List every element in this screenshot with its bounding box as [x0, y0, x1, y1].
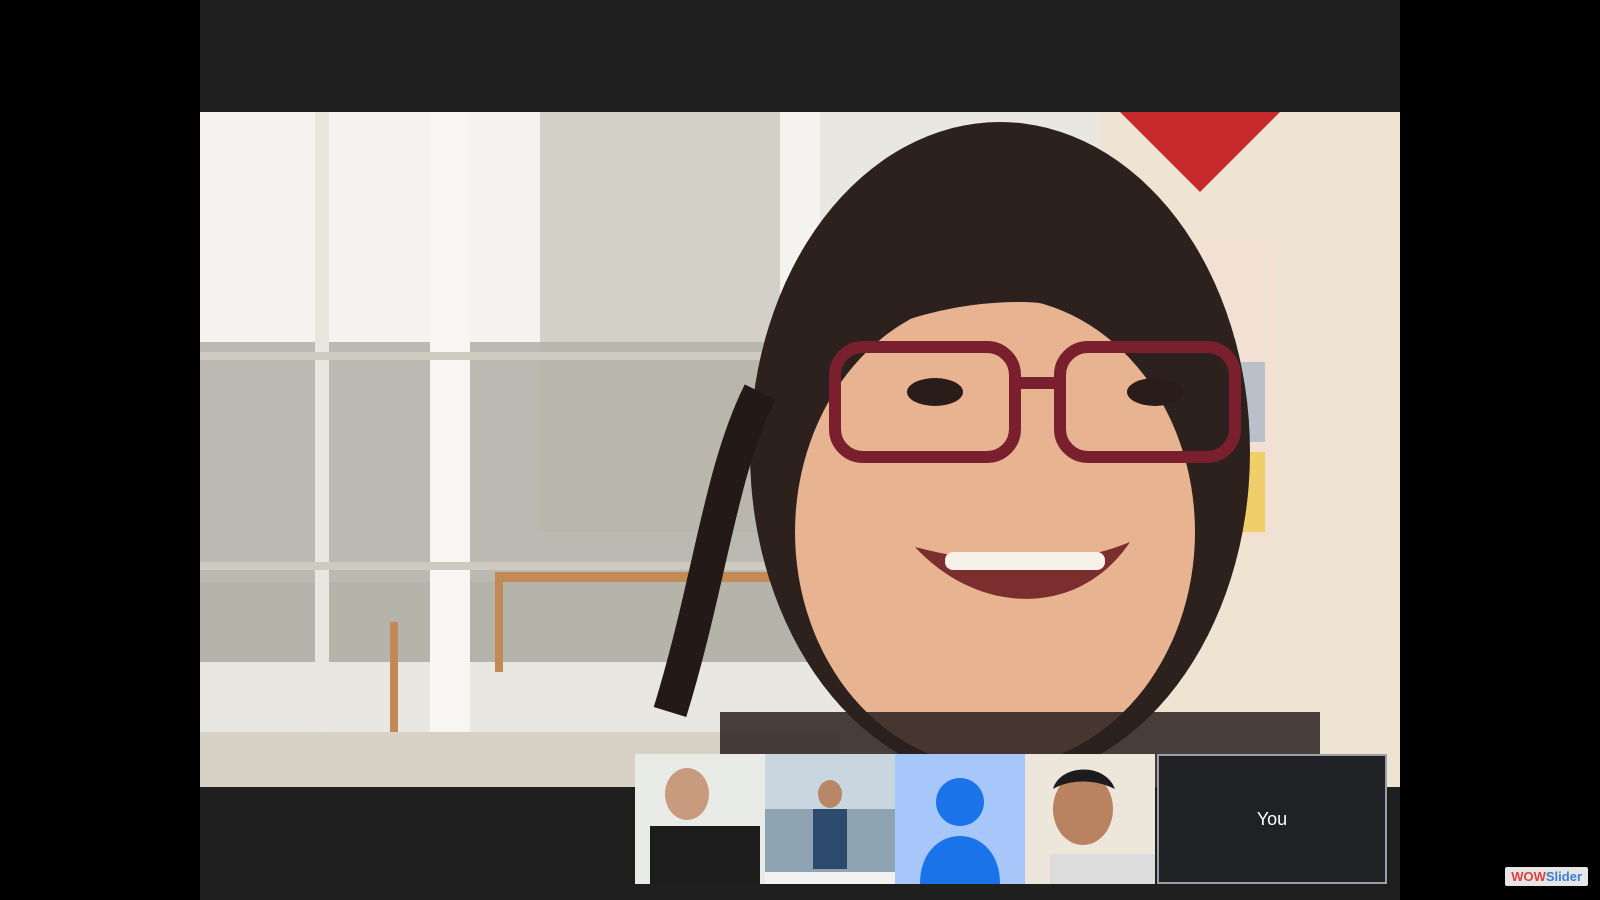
participant-tile-4[interactable] — [1025, 754, 1155, 884]
participant-video — [635, 754, 765, 884]
video-call-window: You — [200, 0, 1400, 900]
participant-strip: You — [635, 754, 1387, 884]
participant-tile-3[interactable] — [895, 754, 1025, 884]
main-video-frame — [200, 112, 1400, 787]
person-icon — [920, 778, 1000, 884]
watermark-part2: Slider — [1545, 869, 1582, 884]
participant-video — [765, 754, 895, 884]
participant-tile-2[interactable] — [765, 754, 895, 884]
self-label: You — [1256, 808, 1288, 829]
main-speaker-video[interactable] — [200, 112, 1400, 787]
screenshot-canvas: You WOWSlider — [0, 0, 1600, 900]
watermark-logo: WOWSlider — [1505, 867, 1588, 886]
participant-video — [1025, 754, 1155, 884]
watermark-part1: WOW — [1511, 869, 1546, 884]
participant-tile-1[interactable] — [635, 754, 765, 884]
top-bar — [200, 0, 1400, 112]
self-tile[interactable]: You — [1157, 754, 1387, 884]
